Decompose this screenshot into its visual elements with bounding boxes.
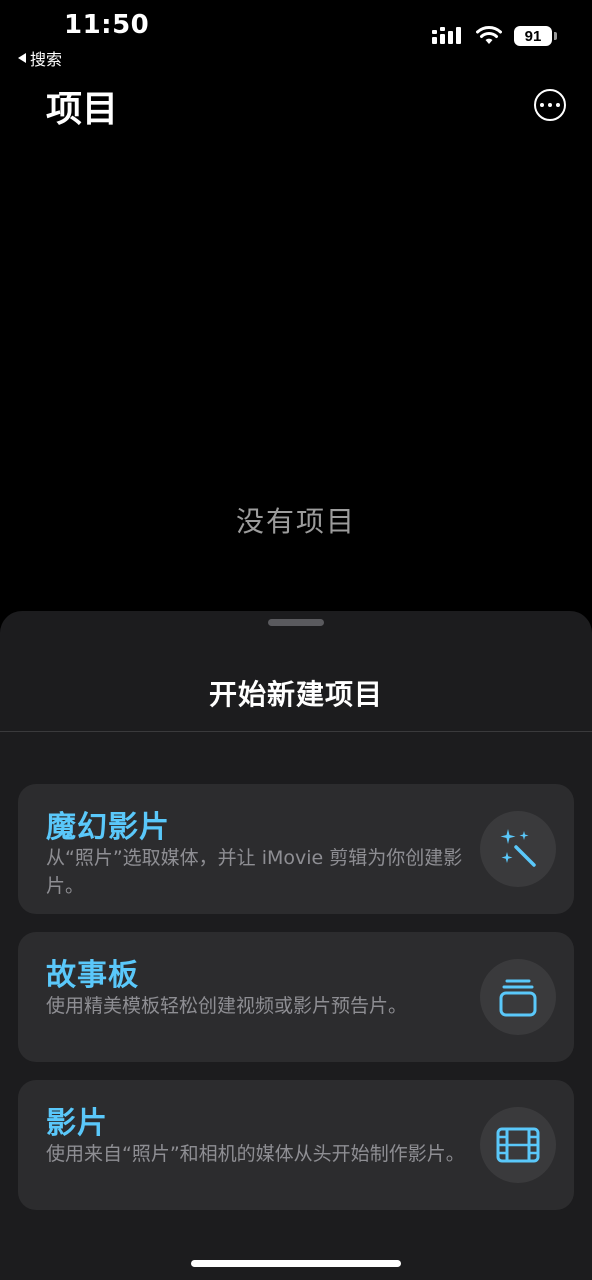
empty-state-text: 没有项目 xyxy=(235,505,356,538)
option-storyboard[interactable]: 故事板 使用精美模板轻松创建视频或影片预告片。 xyxy=(18,932,574,1062)
back-to-search-link[interactable]: 搜索 xyxy=(18,46,62,70)
option-description: 使用精美模板轻松创建视频或影片预告片。 xyxy=(46,995,408,1017)
cellular-signal-icon xyxy=(432,27,461,44)
option-description: 从“照片”选取媒体，并让 iMovie 剪辑为你创建影片。 xyxy=(46,847,463,897)
sheet-title: 开始新建项目 xyxy=(208,678,383,711)
home-indicator[interactable] xyxy=(191,1260,401,1267)
option-magic-movie[interactable]: 魔幻影片 从“照片”选取媒体，并让 iMovie 剪辑为你创建影片。 xyxy=(18,784,574,914)
ellipsis-dot xyxy=(548,103,552,107)
option-movie[interactable]: 影片 使用来自“照片”和相机的媒体从头开始制作影片。 xyxy=(18,1080,574,1210)
sheet-grabber[interactable] xyxy=(268,619,324,626)
option-title: 影片 xyxy=(46,1106,108,1141)
battery-icon: 91 xyxy=(514,26,557,46)
more-options-button[interactable] xyxy=(534,89,566,121)
ellipsis-icon xyxy=(540,103,544,107)
sheet-divider xyxy=(0,731,592,732)
film-strip-icon xyxy=(480,1107,556,1183)
page-title: 项目 xyxy=(46,89,119,130)
option-title: 魔幻影片 xyxy=(46,810,170,845)
status-indicators: 91 xyxy=(432,26,557,46)
new-project-sheet: 开始新建项目 魔幻影片 从“照片”选取媒体，并让 iMovie 剪辑为你创建影片… xyxy=(0,611,592,1280)
wifi-icon xyxy=(476,26,502,44)
storyboard-stack-icon xyxy=(480,959,556,1035)
magic-wand-icon xyxy=(480,811,556,887)
option-description: 使用来自“照片”和相机的媒体从头开始制作影片。 xyxy=(46,1143,465,1165)
battery-level: 91 xyxy=(524,27,542,45)
back-arrow-icon xyxy=(18,53,26,63)
status-time: 11:50 xyxy=(64,10,150,40)
ellipsis-dot xyxy=(556,103,560,107)
back-link-label: 搜索 xyxy=(30,50,63,69)
option-title: 故事板 xyxy=(46,958,139,993)
